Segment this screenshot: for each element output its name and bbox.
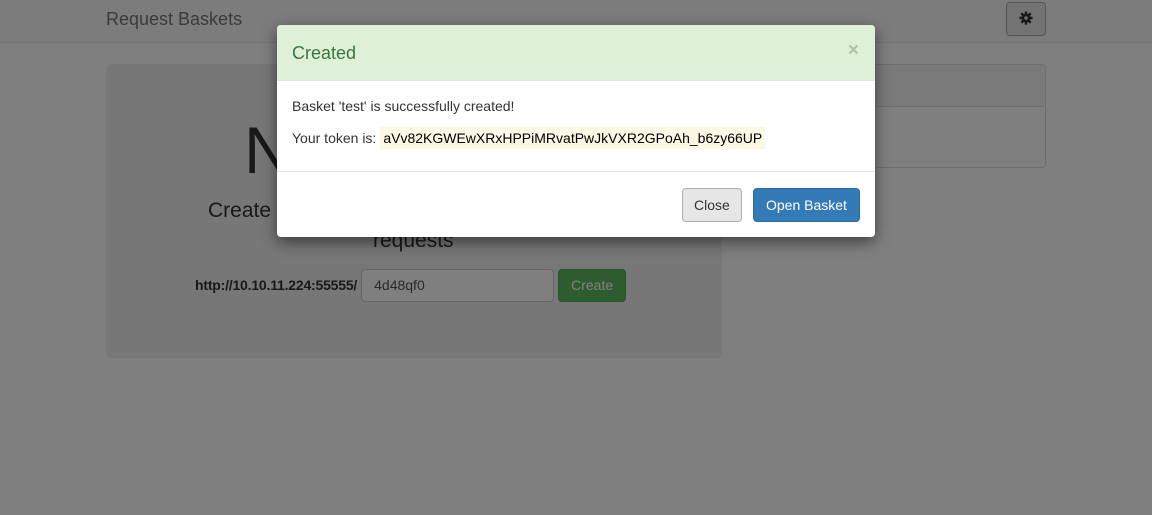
token-value[interactable]: aVv82KGWEwXRxHPPiMRvatPwJkVXR2GPoAh_b6zy… xyxy=(380,127,766,149)
success-message: Basket 'test' is successfully created! xyxy=(292,98,515,114)
dialog-title: Created xyxy=(292,43,357,63)
dialog-footer: Close Open Basket xyxy=(277,172,875,237)
close-button[interactable]: Close xyxy=(682,188,742,222)
open-basket-button[interactable]: Open Basket xyxy=(753,188,860,222)
close-icon[interactable]: × xyxy=(848,41,859,60)
token-label: Your token is: xyxy=(292,130,377,146)
token-row: Your token is: aVv82KGWEwXRxHPPiMRvatPwJ… xyxy=(292,127,860,149)
created-dialog: Created × Basket 'test' is successfully … xyxy=(277,25,875,237)
dialog-header: Created × xyxy=(277,25,875,81)
dialog-body: Basket 'test' is successfully created! Y… xyxy=(277,81,875,172)
